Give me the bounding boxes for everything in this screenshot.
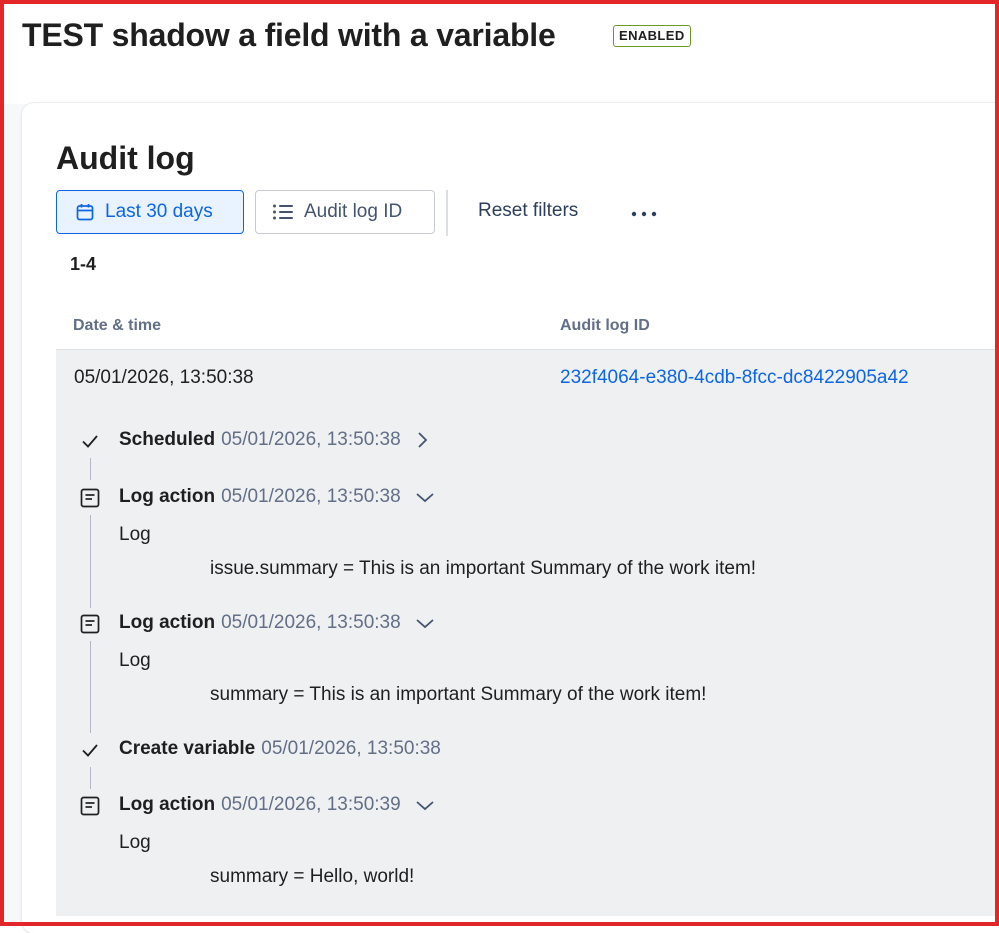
page-title: TEST shadow a field with a variable [22, 17, 556, 53]
step-time: 05/01/2026, 13:50:39 [221, 794, 401, 815]
step-name: Log action [119, 794, 216, 815]
chevron-right-icon[interactable] [415, 431, 429, 449]
status-badge: ENABLED [613, 25, 691, 47]
more-options-button[interactable] [628, 196, 660, 230]
step-time: 05/01/2026, 13:50:38 [221, 612, 401, 633]
column-header-id: Audit log ID [560, 317, 650, 334]
audit-log-id-filter-button[interactable]: Audit log ID [255, 190, 435, 234]
timeline-step: Log action 05/01/2026, 13:50:39 [119, 794, 435, 816]
section-title: Audit log [56, 140, 195, 176]
log-message: summary = This is an important Summary o… [210, 684, 707, 705]
log-icon [79, 795, 101, 817]
log-message: issue.summary = This is an important Sum… [210, 558, 757, 579]
row-date: 05/01/2026, 13:50:38 [74, 367, 254, 388]
check-icon [79, 739, 101, 761]
list-icon [272, 203, 294, 221]
log-label: Log [119, 832, 151, 853]
more-icon [631, 204, 657, 222]
step-name: Log action [119, 612, 216, 633]
check-icon [79, 430, 101, 452]
date-range-filter-button[interactable]: Last 30 days [56, 190, 244, 234]
timeline-connector [90, 767, 91, 789]
timeline-step: Log action 05/01/2026, 13:50:38 [119, 612, 435, 634]
step-time: 05/01/2026, 13:50:38 [221, 486, 401, 507]
timeline-step: Scheduled 05/01/2026, 13:50:38 [119, 429, 429, 451]
table-header: Date & time Audit log ID [56, 305, 996, 351]
row-audit-log-id-link[interactable]: 232f4064-e380-4cdb-8fcc-dc8422905a42 [560, 367, 909, 389]
timeline-step: Create variable 05/01/2026, 13:50:38 [119, 738, 441, 760]
timeline-step: Log action 05/01/2026, 13:50:38 [119, 486, 435, 508]
log-label: Log [119, 524, 151, 545]
result-count: 1-4 [70, 254, 97, 274]
reset-filters-button[interactable]: Reset filters [478, 200, 578, 222]
chevron-down-icon[interactable] [415, 616, 435, 630]
date-range-label: Last 30 days [105, 201, 213, 222]
toolbar-divider [446, 190, 448, 236]
calendar-icon [75, 202, 95, 222]
timeline-connector [90, 641, 91, 733]
step-name: Log action [119, 486, 216, 507]
log-icon [79, 487, 101, 509]
log-message: summary = Hello, world! [210, 866, 415, 887]
step-name: Scheduled [119, 429, 216, 450]
timeline-connector [90, 458, 91, 480]
chevron-down-icon[interactable] [415, 798, 435, 812]
log-label: Log [119, 650, 151, 671]
step-time: 05/01/2026, 13:50:38 [261, 738, 441, 759]
step-time: 05/01/2026, 13:50:38 [221, 429, 401, 450]
chevron-down-icon[interactable] [415, 490, 435, 504]
step-name: Create variable [119, 738, 256, 759]
audit-log-id-label: Audit log ID [304, 201, 403, 222]
column-header-date: Date & time [73, 317, 162, 334]
timeline-connector [90, 515, 91, 608]
log-icon [79, 613, 101, 635]
